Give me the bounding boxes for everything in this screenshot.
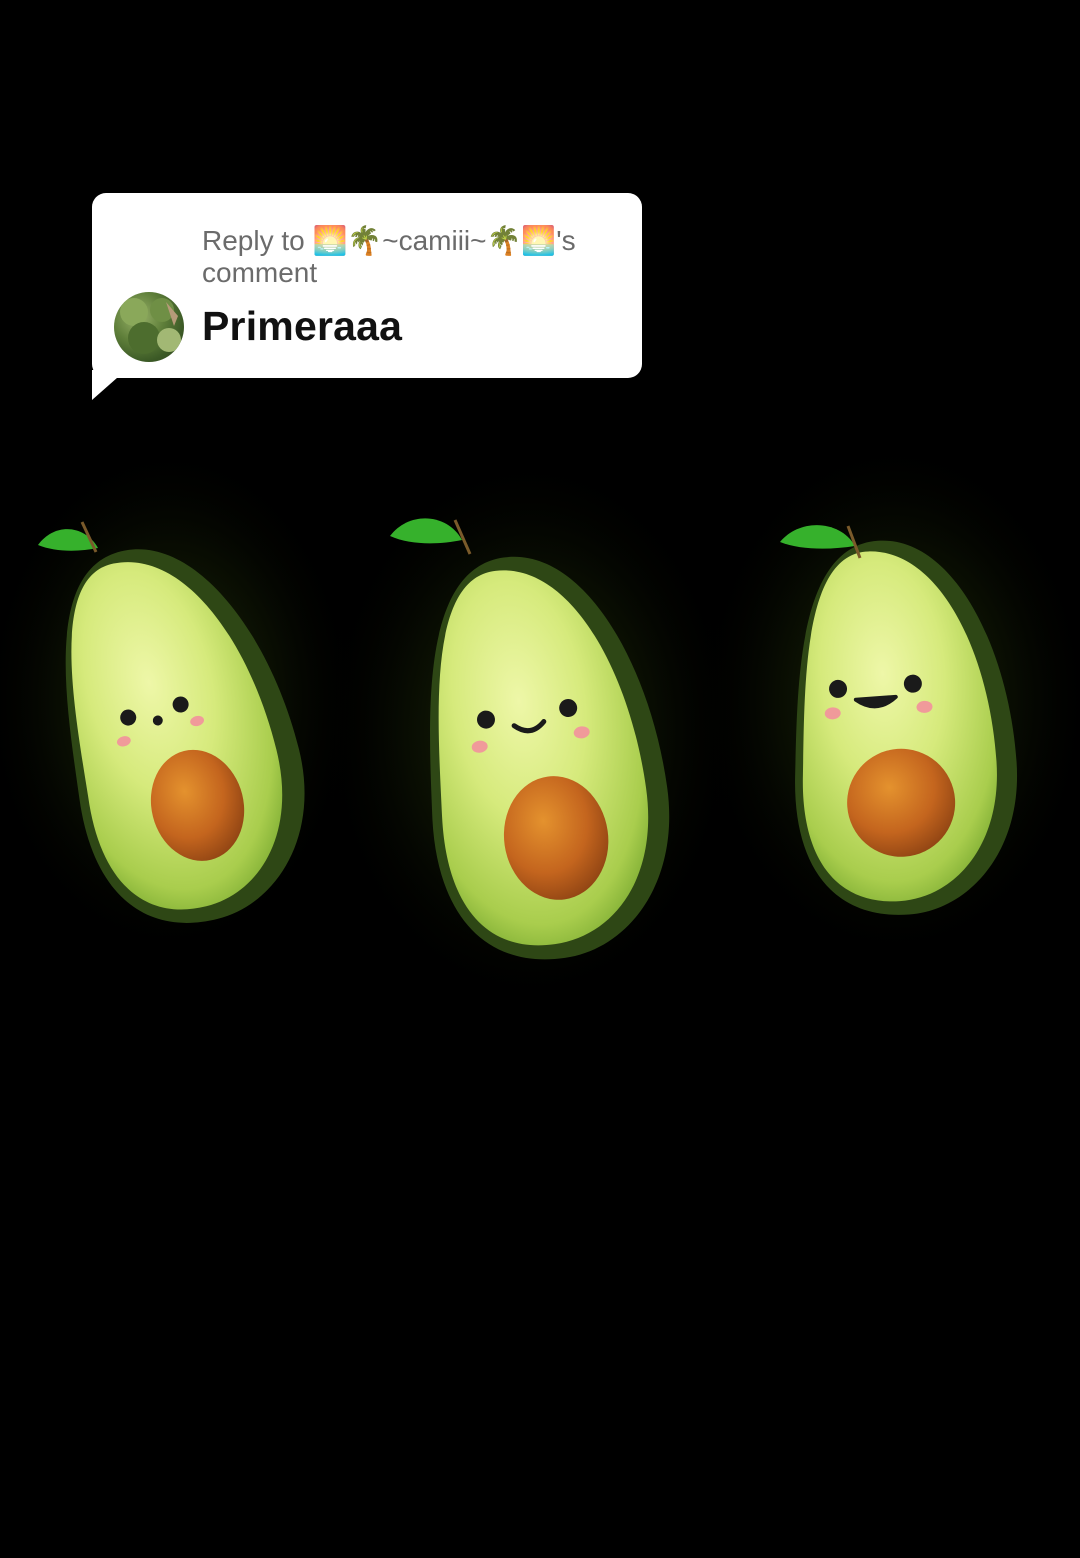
avocado-scene xyxy=(0,435,1080,1010)
user-avatar[interactable] xyxy=(114,292,184,362)
reply-username[interactable]: 🌅🌴~camiii~🌴🌅 xyxy=(313,225,557,256)
avocado-middle xyxy=(320,450,740,1010)
avatar-photo-icon xyxy=(120,298,181,354)
reply-sticker-tail xyxy=(92,370,126,400)
avocado-left xyxy=(0,440,360,960)
reply-prefix: Reply to xyxy=(202,225,305,256)
reply-comment-text: Primeraaa xyxy=(202,303,403,349)
video-stage[interactable]: Reply to 🌅🌴~camiii~🌴🌅's comment Primeraa… xyxy=(0,0,1080,1558)
avocado-right xyxy=(695,435,1080,965)
reply-header: Reply to 🌅🌴~camiii~🌴🌅's comment xyxy=(202,225,622,289)
reply-sticker[interactable]: Reply to 🌅🌴~camiii~🌴🌅's comment Primeraa… xyxy=(92,193,642,378)
